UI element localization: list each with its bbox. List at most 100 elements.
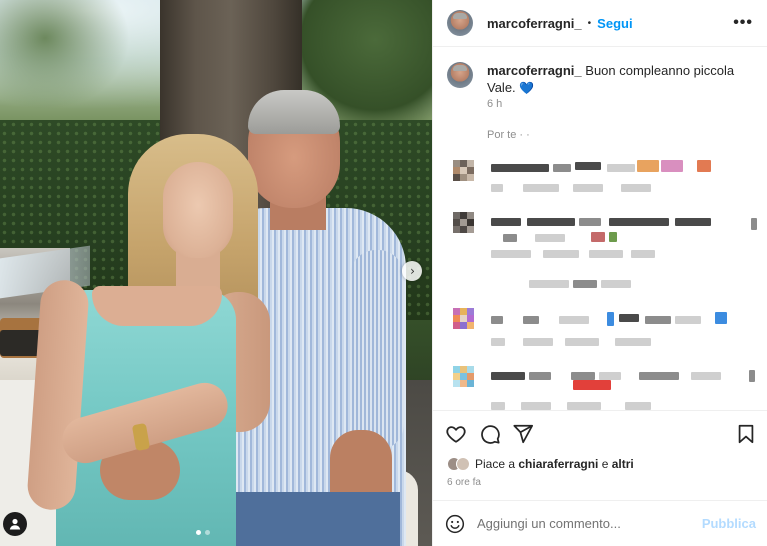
pixelated-text bbox=[619, 314, 639, 322]
likes-others[interactable]: altri bbox=[612, 457, 634, 471]
pixelated-text bbox=[527, 218, 575, 226]
comment-button[interactable] bbox=[479, 423, 501, 445]
pixelated-text bbox=[607, 164, 635, 172]
carousel-dot-active bbox=[196, 530, 201, 535]
blue-heart-icon: 💙 bbox=[519, 81, 535, 95]
caption-time: 6 h bbox=[487, 98, 503, 110]
pixelated-text bbox=[491, 316, 503, 324]
pixelated-text bbox=[553, 164, 571, 172]
publish-button[interactable]: Pubblica bbox=[702, 516, 756, 531]
pixelated-meta bbox=[523, 184, 559, 192]
pixelated-meta bbox=[573, 280, 597, 288]
pixelated-text bbox=[503, 234, 517, 242]
post-photo[interactable]: › bbox=[0, 0, 432, 546]
pixelated-meta bbox=[567, 402, 601, 410]
pixelated-meta bbox=[631, 250, 655, 258]
pixelated-meta bbox=[543, 250, 579, 258]
chevron-right-icon: › bbox=[410, 264, 415, 278]
avatar[interactable] bbox=[447, 10, 473, 36]
pixelated-meta bbox=[621, 184, 651, 192]
share-button[interactable] bbox=[512, 423, 534, 445]
pixelated-emoji bbox=[607, 312, 614, 326]
bookmark-icon bbox=[738, 424, 754, 444]
pixelated-avatar bbox=[453, 160, 479, 186]
pixelated-emoji bbox=[573, 380, 611, 390]
pixelated-meta bbox=[529, 280, 569, 288]
pixelated-text bbox=[609, 218, 669, 226]
photo-man-jeans bbox=[220, 492, 400, 546]
post-header: marcoferragni_ • Segui ••• bbox=[433, 0, 767, 47]
pixelated-meta bbox=[601, 280, 631, 288]
pixelated-meta bbox=[523, 338, 553, 346]
pixelated-text bbox=[675, 316, 701, 324]
pixelated-text bbox=[491, 218, 521, 226]
pixelated-text bbox=[559, 316, 589, 324]
likes-summary[interactable]: Piace a chiaraferragni e altri bbox=[447, 457, 634, 471]
likes-middle: e bbox=[598, 457, 612, 471]
pixelated-emoji bbox=[591, 232, 605, 242]
caption-avatar[interactable] bbox=[447, 62, 473, 88]
header-username[interactable]: marcoferragni_ bbox=[487, 16, 582, 31]
pixelated-text bbox=[691, 372, 721, 380]
pixelated-text bbox=[575, 162, 601, 170]
emoji-button[interactable] bbox=[445, 514, 465, 534]
pixelated-text bbox=[491, 164, 549, 172]
follow-button[interactable]: Segui bbox=[597, 16, 632, 31]
pixelated-avatar bbox=[453, 366, 479, 392]
pixelated-meta bbox=[573, 184, 603, 192]
more-icon[interactable]: ••• bbox=[733, 14, 753, 32]
pixelated-meta bbox=[589, 250, 623, 258]
user-tag-button[interactable] bbox=[3, 512, 27, 536]
pixelated-text bbox=[523, 316, 539, 324]
pixelated-meta bbox=[491, 402, 505, 410]
pixelated-text bbox=[675, 218, 711, 226]
likes-prefix: Piace a bbox=[475, 457, 519, 471]
pixelated-meta bbox=[521, 402, 551, 410]
caption-username[interactable]: marcoferragni_ bbox=[487, 63, 582, 78]
pixelated-text bbox=[751, 218, 757, 230]
post-actions-bar bbox=[433, 410, 767, 454]
see-translation-link[interactable]: Por te · · bbox=[487, 129, 530, 138]
pixelated-text bbox=[599, 372, 621, 380]
pixelated-avatar bbox=[453, 212, 479, 238]
pixelated-emoji bbox=[715, 312, 727, 324]
pixelated-text bbox=[529, 372, 551, 380]
comment-input[interactable] bbox=[477, 516, 687, 531]
header-separator: • bbox=[587, 17, 592, 29]
post-side-panel: marcoferragni_ • Segui ••• marcoferragni… bbox=[432, 0, 767, 546]
caption-text: marcoferragni_ Buon compleanno piccola V… bbox=[487, 62, 737, 97]
pixelated-text bbox=[535, 234, 565, 242]
photo-woman-shoulders bbox=[92, 286, 222, 326]
pixelated-meta bbox=[491, 250, 531, 258]
post-caption: marcoferragni_ Buon compleanno piccola V… bbox=[447, 62, 757, 97]
pixelated-meta bbox=[625, 402, 651, 410]
pixelated-avatar bbox=[453, 308, 479, 334]
heart-icon bbox=[446, 426, 466, 443]
comment-icon bbox=[481, 425, 500, 444]
obscured-comments bbox=[439, 138, 761, 410]
pixelated-meta bbox=[615, 338, 651, 346]
pixelated-text bbox=[639, 372, 679, 380]
save-button[interactable] bbox=[735, 423, 757, 445]
likes-text: Piace a chiaraferragni e altri bbox=[475, 457, 634, 471]
carousel-next-button[interactable]: › bbox=[402, 261, 422, 281]
carousel-dot bbox=[205, 530, 210, 535]
pixelated-text bbox=[749, 370, 755, 382]
pixelated-emoji bbox=[609, 232, 617, 242]
likes-user[interactable]: chiaraferragni bbox=[518, 457, 598, 471]
pixelated-emoji bbox=[637, 160, 659, 172]
pixelated-text bbox=[491, 372, 525, 380]
add-comment-bar: Pubblica bbox=[433, 500, 767, 546]
pixelated-meta bbox=[565, 338, 599, 346]
photo-woman-face bbox=[163, 162, 233, 258]
like-button[interactable] bbox=[445, 423, 467, 445]
photo-foliage-left bbox=[0, 0, 130, 110]
pixelated-emoji bbox=[661, 160, 683, 172]
pixelated-emoji bbox=[697, 160, 711, 172]
pixelated-meta bbox=[491, 184, 503, 192]
photo-man-arm bbox=[350, 250, 404, 450]
share-icon bbox=[513, 424, 534, 444]
pixelated-meta bbox=[491, 338, 505, 346]
user-tag-icon bbox=[9, 518, 21, 530]
liker-avatar bbox=[456, 457, 470, 471]
